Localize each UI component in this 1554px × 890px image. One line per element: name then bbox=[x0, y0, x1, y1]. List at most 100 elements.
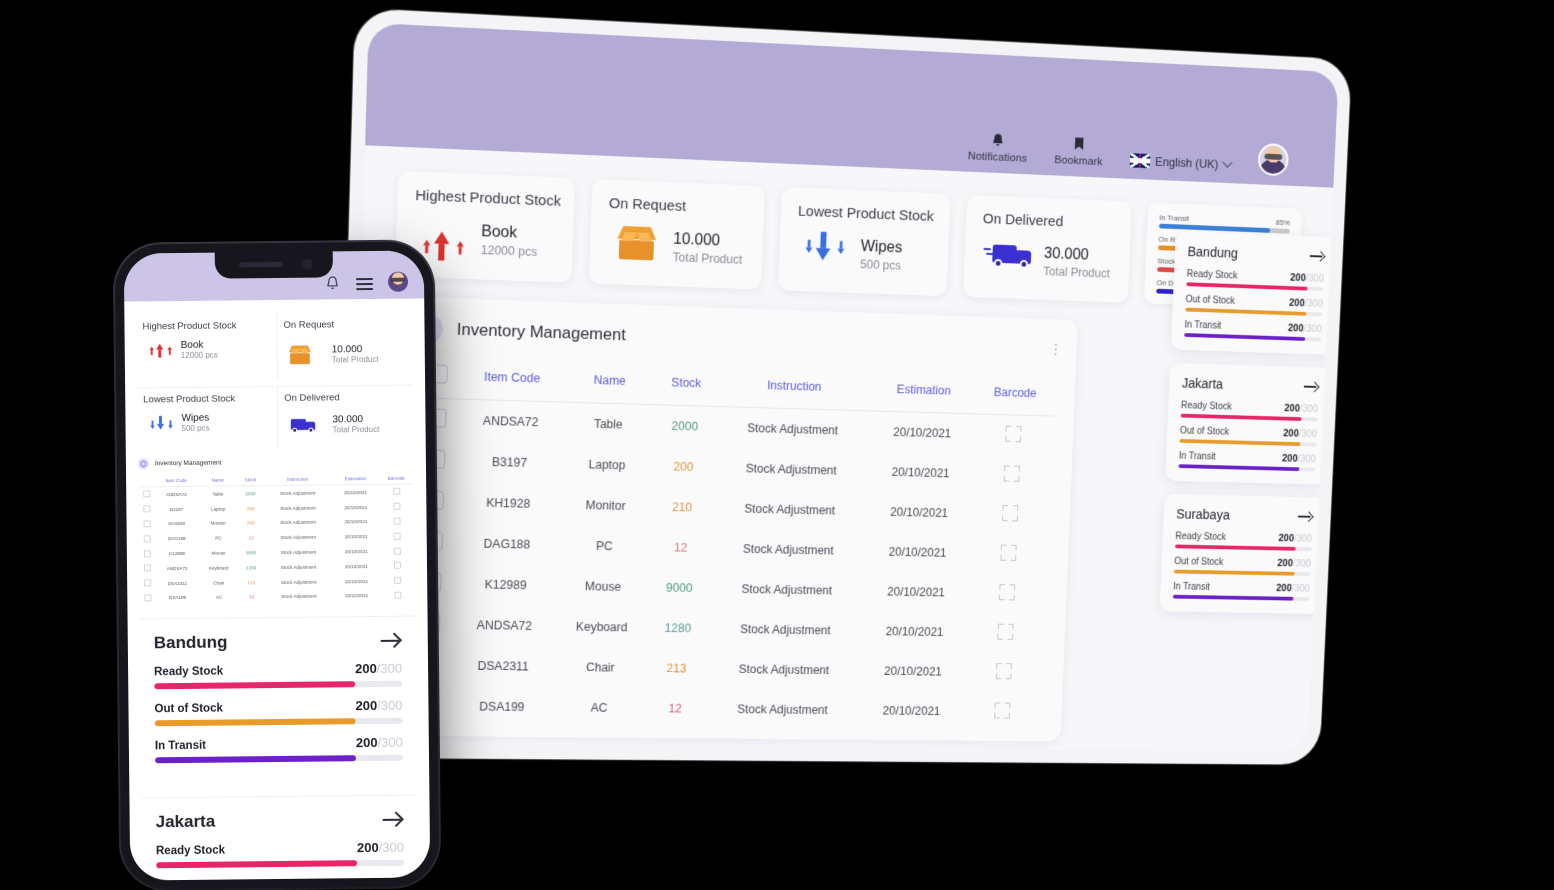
arrow-right-icon[interactable] bbox=[1297, 508, 1314, 525]
stat-card-on-request[interactable]: On Request 10.000 Total Product bbox=[276, 313, 413, 380]
row-select-cell[interactable] bbox=[138, 502, 155, 517]
stat-cards-row: Highest Product Stock Book 12000 pcs On … bbox=[395, 171, 1302, 309]
column-header-barcode[interactable]: Barcode bbox=[379, 473, 415, 485]
cell-barcode[interactable] bbox=[380, 573, 416, 588]
hamburger-menu-icon[interactable] bbox=[356, 275, 373, 292]
cell-barcode[interactable] bbox=[970, 494, 1051, 535]
row-checkbox[interactable] bbox=[144, 565, 151, 572]
column-header-name[interactable]: Name bbox=[562, 361, 657, 405]
row-select-cell[interactable] bbox=[138, 517, 155, 532]
barcode-scan-icon[interactable] bbox=[394, 577, 401, 584]
row-select-cell[interactable] bbox=[139, 561, 156, 576]
cell-barcode[interactable] bbox=[380, 588, 416, 603]
column-header-stock[interactable]: Stock bbox=[656, 364, 717, 407]
bell-icon[interactable] bbox=[324, 275, 341, 292]
barcode-scan-icon[interactable] bbox=[393, 503, 400, 510]
table-row[interactable]: DSA199 AC 12 Stock Adjustment 20/10/2021 bbox=[404, 685, 1043, 731]
row-checkbox[interactable] bbox=[144, 550, 151, 557]
avatar[interactable] bbox=[388, 272, 408, 292]
column-header-instruction[interactable]: Instruction bbox=[715, 365, 872, 410]
row-checkbox[interactable] bbox=[144, 535, 151, 542]
stat-card-highest-product-stock[interactable]: Highest Product Stock Book 12000 pcs bbox=[136, 314, 273, 381]
cell-barcode[interactable] bbox=[965, 613, 1046, 654]
barcode-scan-icon[interactable] bbox=[393, 488, 400, 495]
stat-card-on-delivered[interactable]: On Delivered 30.000 Total Product bbox=[277, 385, 414, 447]
cell-barcode[interactable] bbox=[379, 499, 415, 514]
stat-card-lowest-product-stock[interactable]: Lowest Product Stock Wipes 500 pcs bbox=[778, 187, 950, 296]
cell-instruction: Stock Adjustment bbox=[714, 406, 871, 451]
barcode-scan-icon[interactable] bbox=[1002, 505, 1018, 521]
cell-barcode[interactable] bbox=[973, 414, 1054, 456]
city-card-surabaya[interactable]: Surabaya Ready Stock 200/300 Out of Stoc… bbox=[1160, 494, 1327, 614]
cell-barcode[interactable] bbox=[968, 534, 1049, 575]
row-checkbox[interactable] bbox=[143, 520, 150, 527]
cell-barcode[interactable] bbox=[379, 558, 415, 573]
barcode-scan-icon[interactable] bbox=[1001, 545, 1017, 561]
barcode-scan-icon[interactable] bbox=[996, 663, 1012, 679]
barcode-scan-icon[interactable] bbox=[1005, 426, 1021, 443]
avatar[interactable] bbox=[1257, 143, 1289, 176]
column-header-name[interactable]: Name bbox=[198, 474, 238, 486]
table-row[interactable]: DSA199 AC 12 Stock Adjustment 20/10/2021 bbox=[139, 588, 415, 606]
row-checkbox[interactable] bbox=[143, 505, 150, 512]
select-all-header[interactable] bbox=[138, 475, 155, 487]
stat-card-on-delivered[interactable]: On Delivered 30.000 Total Product bbox=[963, 195, 1132, 303]
barcode-scan-icon[interactable] bbox=[994, 702, 1010, 718]
city-metric-row: Out of Stock 200/300 bbox=[154, 698, 402, 727]
arrow-right-icon[interactable] bbox=[379, 629, 402, 652]
column-header-estimation[interactable]: Estimation bbox=[332, 473, 378, 485]
city-card-bandung[interactable]: Bandung Ready Stock 200/300 Out of Stock… bbox=[1171, 231, 1338, 355]
barcode-scan-icon[interactable] bbox=[394, 592, 401, 599]
cell-stock: 1280 bbox=[239, 560, 264, 575]
column-header-stock[interactable]: Stock bbox=[238, 474, 263, 486]
row-select-cell[interactable] bbox=[138, 487, 155, 502]
cell-item-code: B3197 bbox=[458, 441, 561, 484]
more-vertical-icon[interactable] bbox=[1054, 344, 1057, 356]
column-header-item-code[interactable]: Item Code bbox=[155, 475, 198, 487]
barcode-scan-icon[interactable] bbox=[999, 584, 1015, 600]
cell-barcode[interactable] bbox=[964, 652, 1044, 692]
cell-barcode[interactable] bbox=[379, 544, 415, 559]
city-card-jakarta[interactable]: Jakarta Ready Stock 200/300 bbox=[141, 795, 418, 881]
metric-value: 200 bbox=[1288, 323, 1304, 335]
barcode-scan-icon[interactable] bbox=[998, 624, 1014, 640]
barcode-scan-icon[interactable] bbox=[394, 562, 401, 569]
city-card-jakarta[interactable]: Jakarta Ready Stock 200/300 bbox=[1165, 363, 1332, 485]
row-checkbox[interactable] bbox=[144, 579, 151, 586]
phone-stat-grid: Highest Product Stock Book 12000 pcs On … bbox=[136, 313, 413, 449]
column-header-barcode[interactable]: Barcode bbox=[975, 374, 1056, 417]
cell-barcode[interactable] bbox=[379, 529, 415, 544]
cell-barcode[interactable] bbox=[379, 484, 415, 500]
cell-instruction: Stock Adjustment bbox=[705, 649, 862, 691]
row-checkbox[interactable] bbox=[144, 594, 151, 601]
city-card-bandung[interactable]: Bandung Ready Stock 200/300 Out of Stock… bbox=[140, 616, 418, 785]
bookmark-button[interactable]: Bookmark bbox=[1054, 135, 1103, 168]
barcode-scan-icon[interactable] bbox=[394, 547, 401, 554]
notifications-button[interactable]: Notifications bbox=[968, 131, 1028, 164]
cell-barcode[interactable] bbox=[962, 692, 1042, 732]
arrow-right-icon[interactable] bbox=[1309, 248, 1326, 265]
column-header-item-code[interactable]: Item Code bbox=[461, 357, 564, 402]
cell-barcode[interactable] bbox=[971, 454, 1052, 496]
row-select-cell[interactable] bbox=[139, 546, 156, 561]
stat-title: Highest Product Stock bbox=[415, 187, 557, 210]
table-row[interactable]: DSA2311 Chair 213 Stock Adjustment 20/10/202… bbox=[405, 645, 1044, 693]
row-select-cell[interactable] bbox=[139, 532, 156, 547]
stat-card-on-request[interactable]: On Request 10.000 Total Product bbox=[589, 179, 765, 290]
column-header-instruction[interactable]: Instruction bbox=[263, 473, 333, 485]
row-select-cell[interactable] bbox=[139, 591, 156, 606]
barcode-scan-icon[interactable] bbox=[1004, 465, 1020, 481]
cell-barcode[interactable] bbox=[379, 514, 415, 529]
barcode-scan-icon[interactable] bbox=[393, 532, 400, 539]
barcode-scan-icon[interactable] bbox=[393, 518, 400, 525]
language-selector[interactable]: English (UK) bbox=[1129, 153, 1231, 174]
city-name: Bandung bbox=[1187, 244, 1238, 261]
row-checkbox[interactable] bbox=[143, 491, 150, 498]
cell-barcode[interactable] bbox=[967, 573, 1048, 614]
row-select-cell[interactable] bbox=[139, 576, 156, 591]
arrow-right-icon[interactable] bbox=[381, 808, 404, 831]
status-bar-percent: 85% bbox=[1276, 218, 1291, 227]
column-header-estimation[interactable]: Estimation bbox=[871, 370, 976, 414]
arrow-right-icon[interactable] bbox=[1303, 378, 1320, 395]
stat-card-lowest-product-stock[interactable]: Lowest Product Stock Wipes 500 pcs bbox=[137, 386, 274, 448]
